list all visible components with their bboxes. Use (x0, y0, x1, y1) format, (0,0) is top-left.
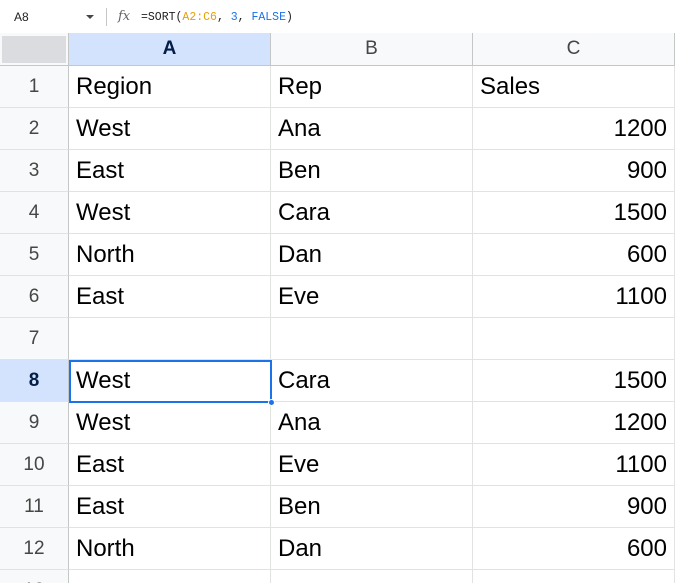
formula-bar-divider (106, 8, 107, 26)
cell-c2[interactable]: 1200 (473, 108, 675, 150)
cell-a10[interactable]: East (69, 444, 271, 486)
cell-c5[interactable]: 600 (473, 234, 675, 276)
formula-sep: , (216, 11, 231, 24)
cell-b11[interactable]: Ben (271, 486, 473, 528)
row-header-6[interactable]: 6 (0, 276, 69, 318)
cell-c1[interactable]: Sales (473, 66, 675, 108)
cell-b2[interactable]: Ana (271, 108, 473, 150)
cell-c12[interactable]: 600 (473, 528, 675, 570)
cell-b6[interactable]: Eve (271, 276, 473, 318)
chevron-down-icon[interactable] (86, 15, 94, 19)
row-header-11[interactable]: 11 (0, 486, 69, 528)
cell-a13[interactable] (69, 570, 271, 583)
formula-prefix: =SORT( (141, 11, 183, 24)
cell-c6[interactable]: 1100 (473, 276, 675, 318)
cell-c4[interactable]: 1500 (473, 192, 675, 234)
name-box-value: A8 (14, 10, 29, 24)
cell-b9[interactable]: Ana (271, 402, 473, 444)
formula-sep: , (237, 11, 252, 24)
column-header-a[interactable]: A (69, 33, 271, 66)
cell-a11[interactable]: East (69, 486, 271, 528)
column-header-b[interactable]: B (271, 33, 473, 66)
cell-b13[interactable] (271, 570, 473, 583)
cell-c8[interactable]: 1500 (473, 360, 675, 402)
cell-b10[interactable]: Eve (271, 444, 473, 486)
formula-range: A2:C6 (182, 11, 217, 24)
formula-input[interactable]: =SORT(A2:C6, 3, FALSE) (141, 11, 293, 24)
column-header-c[interactable]: C (473, 33, 675, 66)
cell-c7[interactable] (473, 318, 675, 360)
cell-a12[interactable]: North (69, 528, 271, 570)
cell-b3[interactable]: Ben (271, 150, 473, 192)
row-header-7[interactable]: 7 (0, 318, 69, 360)
fill-handle[interactable] (268, 399, 275, 406)
cell-c11[interactable]: 900 (473, 486, 675, 528)
cell-b12[interactable]: Dan (271, 528, 473, 570)
row-header-8[interactable]: 8 (0, 360, 69, 402)
name-box[interactable]: A8 (0, 0, 104, 33)
formula-bar: A8 fx =SORT(A2:C6, 3, FALSE) (0, 0, 688, 33)
select-all-corner[interactable] (0, 33, 69, 66)
cell-b7[interactable] (271, 318, 473, 360)
row-header-4[interactable]: 4 (0, 192, 69, 234)
formula-flag: FALSE (251, 11, 286, 24)
cell-a3[interactable]: East (69, 150, 271, 192)
row-header-5[interactable]: 5 (0, 234, 69, 276)
row-header-12[interactable]: 12 (0, 528, 69, 570)
row-header-3[interactable]: 3 (0, 150, 69, 192)
spreadsheet-grid: A B C 1 Region Rep Sales 2 West Ana 1200 3 East Ben 90… (0, 33, 688, 583)
cell-b1[interactable]: Rep (271, 66, 473, 108)
row-header-2[interactable]: 2 (0, 108, 69, 150)
cell-c10[interactable]: 1100 (473, 444, 675, 486)
cell-b8[interactable]: Cara (271, 360, 473, 402)
row-header-9[interactable]: 9 (0, 402, 69, 444)
cell-a1[interactable]: Region (69, 66, 271, 108)
cell-c13[interactable] (473, 570, 675, 583)
row-header-10[interactable]: 10 (0, 444, 69, 486)
cell-a4[interactable]: West (69, 192, 271, 234)
cell-a5[interactable]: North (69, 234, 271, 276)
cell-b5[interactable]: Dan (271, 234, 473, 276)
cell-a8[interactable]: West (69, 360, 271, 402)
cell-c3[interactable]: 900 (473, 150, 675, 192)
cell-a2[interactable]: West (69, 108, 271, 150)
row-header-1[interactable]: 1 (0, 66, 69, 108)
cell-c9[interactable]: 1200 (473, 402, 675, 444)
cell-a7[interactable] (69, 318, 271, 360)
cell-a6[interactable]: East (69, 276, 271, 318)
row-header-13[interactable]: 13 (0, 570, 69, 583)
cell-a9[interactable]: West (69, 402, 271, 444)
fx-icon: fx (118, 9, 131, 24)
formula-suffix: ) (285, 11, 293, 24)
formula-col-index: 3 (230, 11, 238, 24)
cell-b4[interactable]: Cara (271, 192, 473, 234)
